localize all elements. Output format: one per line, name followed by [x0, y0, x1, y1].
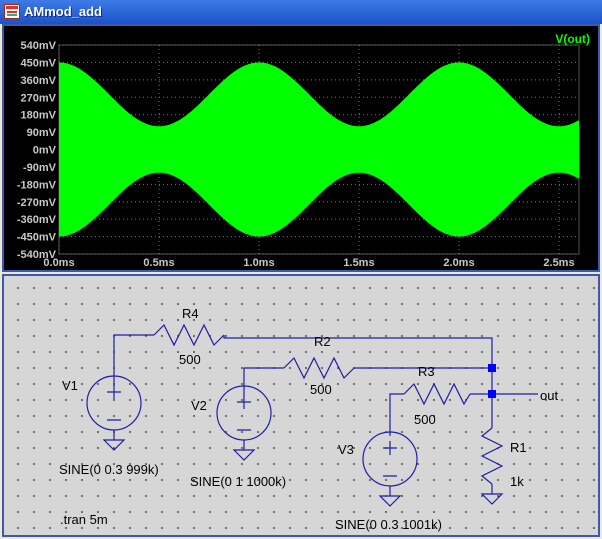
v3-polarity [383, 441, 397, 477]
wire-r4-node [223, 335, 493, 394]
junction-out [488, 390, 496, 398]
x-tick-label: 2.0ms [443, 257, 474, 269]
y-tick-label: -90mV [23, 162, 57, 174]
ground-v3 [378, 495, 402, 507]
schematic-canvas[interactable]: R4 500 R2 500 R3 500 R1 1k V1 SINE(0 0.3… [4, 276, 598, 535]
r1-value: 1k [510, 474, 524, 489]
wire-r3-node [470, 393, 493, 428]
y-tick-label: -360mV [17, 214, 57, 226]
window-title: AMmod_add [24, 4, 102, 19]
spice-directive[interactable]: .tran 5m [60, 512, 108, 527]
wire-v3-r3 [389, 393, 404, 436]
ltspice-app-icon[interactable] [4, 4, 20, 19]
y-tick-label: -450mV [17, 232, 57, 244]
x-tick-label: 1.0ms [243, 257, 274, 269]
r3-ref: R3 [418, 364, 435, 379]
y-tick-label: 270mV [21, 92, 57, 104]
y-tick-label: 360mV [21, 75, 57, 87]
waveform-viewer[interactable]: 540mV 450mV 360mV 270mV 180mV 90mV 0mV -90mV -18… [2, 24, 600, 272]
y-tick-label: 180mV [21, 110, 57, 122]
x-tick-label: 2.5ms [543, 257, 574, 269]
x-tick-label: 1.5ms [343, 257, 374, 269]
y-tick-label: 540mV [21, 40, 57, 52]
x-tick-label: 0.0ms [43, 257, 74, 269]
x-axis-labels: 0.0ms 0.5ms 1.0ms 1.5ms 2.0ms 2.5ms [43, 257, 574, 269]
r4-value: 500 [179, 352, 201, 367]
ground-v1 [102, 439, 126, 451]
r1-ref: R1 [510, 440, 527, 455]
resistor-r3[interactable] [403, 382, 471, 406]
r2-ref: R2 [314, 334, 331, 349]
junction-r2 [488, 364, 496, 372]
y-axis-labels: 540mV 450mV 360mV 270mV 180mV 90mV 0mV -90mV -18… [17, 40, 57, 261]
r4-ref: R4 [182, 306, 199, 321]
v3-value: SINE(0 0.3 1001k) [335, 517, 442, 532]
wire-v2-r2 [243, 367, 284, 396]
r2-value: 500 [310, 382, 332, 397]
r3-value: 500 [414, 412, 436, 427]
v2-value: SINE(0 1 1000k) [190, 474, 286, 489]
y-tick-label: -180mV [17, 179, 57, 191]
x-tick-label: 0.5ms [143, 257, 174, 269]
v2-ref: V2 [191, 398, 207, 413]
window-titlebar[interactable]: AMmod_add [0, 0, 602, 24]
wire-v1-r4 [113, 334, 154, 386]
y-tick-label: 450mV [21, 57, 57, 69]
resistor-r1[interactable] [480, 427, 504, 485]
waveform-plot[interactable]: 540mV 450mV 360mV 270mV 180mV 90mV 0mV -90mV -18… [4, 26, 598, 270]
y-tick-label: -270mV [17, 197, 57, 209]
trace-vout[interactable] [59, 62, 579, 237]
resistor-r4[interactable] [153, 323, 225, 347]
y-tick-label: 90mV [27, 127, 57, 139]
ground-r1 [480, 493, 504, 505]
schematic-editor[interactable]: R4 500 R2 500 R3 500 R1 1k V1 SINE(0 0.3… [2, 274, 600, 537]
resistor-r2[interactable] [283, 356, 355, 380]
v1-value: SINE(0 0.3 999k) [59, 462, 159, 477]
v3-ref: V3 [338, 442, 354, 457]
y-tick-label: 0mV [33, 145, 57, 157]
ground-v2 [232, 449, 256, 461]
net-label-out[interactable]: out [540, 388, 558, 403]
v1-ref: V1 [62, 378, 78, 393]
v1-polarity [107, 385, 121, 421]
trace-label[interactable]: V(out) [555, 32, 590, 46]
v2-polarity [237, 395, 251, 431]
source-v3[interactable] [362, 431, 418, 487]
